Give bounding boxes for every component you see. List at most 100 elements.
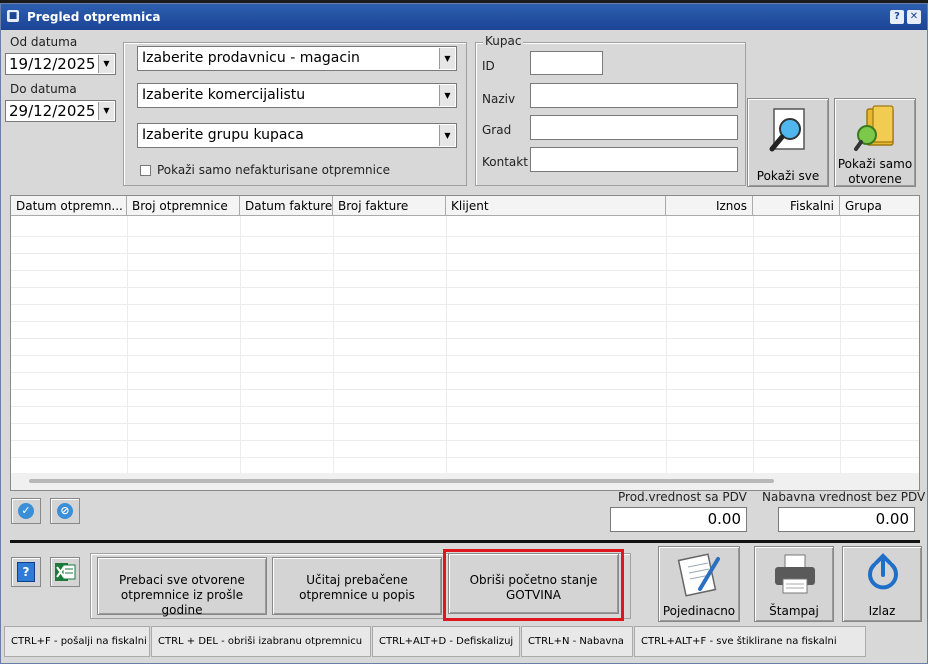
kontakt-input[interactable] (530, 147, 738, 172)
help-icon: ? (17, 562, 35, 582)
printer-icon (775, 554, 815, 594)
main-window: ■ Pregled otpremnica ? ✕ Od datuma 19/12… (0, 3, 928, 664)
nefakturisane-checkbox[interactable] (140, 165, 151, 176)
otpremnice-grid[interactable]: Datum otpremn... Broj otpremnice Datum f… (10, 195, 920, 491)
grid-col-line (127, 216, 128, 474)
grid-row-line (11, 406, 919, 407)
grid-row-line (11, 423, 919, 424)
naziv-label: Naziv (482, 92, 516, 106)
notepad-pen-icon (677, 553, 720, 597)
ucitaj-label: Učitaj prebačene otpremnice u popis (299, 573, 415, 602)
prodavnica-value: Izaberite prodavnicu - magacin (142, 50, 360, 66)
naziv-input[interactable] (530, 83, 738, 108)
window-title: Pregled otpremnica (27, 10, 161, 24)
grid-row-line (11, 338, 919, 339)
grad-input[interactable] (530, 115, 738, 140)
grid-row-line (11, 457, 919, 458)
grid-col-line (446, 216, 447, 474)
grid-col-line (240, 216, 241, 474)
id-label: ID (482, 59, 495, 73)
excel-export-button[interactable] (50, 557, 80, 587)
izlaz-button[interactable]: Izlaz (842, 546, 922, 622)
pojedinacno-button[interactable]: Pojedinacno (658, 546, 740, 622)
prodavnica-select[interactable]: Izaberite prodavnicu - magacin ▼ (137, 46, 457, 71)
prebaci-label: Prebaci sve otvorene otpremnice iz prošl… (119, 573, 245, 617)
close-icon[interactable]: ✕ (907, 10, 921, 24)
grid-row-line (11, 321, 919, 322)
od-datuma-value: 19/12/2025 (9, 55, 96, 73)
grid-row-line (11, 304, 919, 305)
chevron-down-icon[interactable]: ▼ (439, 48, 455, 69)
col-header-broj-otpremnice[interactable]: Broj otpremnice (127, 196, 240, 216)
status-hint-nabavna: CTRL+N - Nabavna (521, 626, 633, 657)
grid-col-line (840, 216, 841, 474)
od-datuma-label: Od datuma (10, 35, 78, 49)
chevron-down-icon[interactable]: ▼ (98, 55, 114, 73)
nefakturisane-label: Pokaži samo nefakturisane otpremnice (157, 163, 390, 177)
komercijalista-select[interactable]: Izaberite komercijalistu ▼ (137, 83, 457, 108)
grid-row-line (11, 372, 919, 373)
pokazi-sve-button[interactable]: Pokaži sve (747, 98, 829, 187)
folder-search-icon (854, 105, 894, 151)
search-document-icon (769, 108, 805, 152)
grid-row-line (11, 389, 919, 390)
col-header-broj-fakture[interactable]: Broj fakture (333, 196, 446, 216)
pokazi-otvorene-button[interactable]: Pokaži samo otvorene (834, 98, 916, 187)
grid-row-line (11, 355, 919, 356)
grid-col-line (666, 216, 667, 474)
select-all-button[interactable]: ✓ (11, 498, 41, 524)
col-header-klijent[interactable]: Klijent (446, 196, 666, 216)
grad-label: Grad (482, 123, 512, 137)
col-header-grupa[interactable]: Grupa (840, 196, 919, 216)
scrollbar-thumb[interactable] (29, 479, 774, 483)
title-bar[interactable]: ■ Pregled otpremnica ? ✕ (1, 4, 927, 30)
ucitaj-popis-button[interactable]: Učitaj prebačene otpremnice u popis (272, 557, 442, 615)
grid-row-line (11, 236, 919, 237)
pojedinacno-label: Pojedinacno (662, 604, 736, 618)
izlaz-label: Izlaz (868, 604, 896, 618)
section-divider (10, 540, 920, 543)
help-button[interactable]: ? (11, 557, 41, 587)
status-hint-fiskalni: CTRL+F - pošalji na fiskalni (4, 626, 150, 657)
col-header-iznos[interactable]: Iznos (666, 196, 753, 216)
pokazi-otvorene-label: Pokaži samo otvorene (837, 157, 913, 186)
do-datuma-picker[interactable]: 29/12/2025 ▼ (5, 100, 116, 122)
help-icon[interactable]: ? (890, 10, 904, 24)
do-datuma-value: 29/12/2025 (9, 102, 96, 120)
stampaj-label: Štampaj (769, 604, 819, 618)
chevron-down-icon[interactable]: ▼ (439, 125, 455, 146)
prod-vrednost-label: Prod.vrednost sa PDV (618, 490, 747, 504)
status-hint-defiskalizuj: CTRL+ALT+D - Defiskalizuj (372, 626, 520, 657)
id-input[interactable] (530, 51, 603, 75)
chevron-down-icon[interactable]: ▼ (98, 102, 114, 120)
col-header-datum-fakture[interactable]: Datum fakture (240, 196, 333, 216)
od-datuma-picker[interactable]: 19/12/2025 ▼ (5, 53, 116, 75)
grid-row-line (11, 270, 919, 271)
stampaj-button[interactable]: Štampaj (754, 546, 834, 622)
komercijalista-value: Izaberite komercijalistu (142, 87, 306, 103)
grupa-kupaca-value: Izaberite grupu kupaca (142, 127, 304, 143)
col-header-datum-otpremnice[interactable]: Datum otpremn... (11, 196, 127, 216)
grid-col-line (333, 216, 334, 474)
status-hint-sve-fiskalni: CTRL+ALT+F - sve štiklirane na fiskalni (634, 626, 866, 657)
col-header-fiskalni[interactable]: Fiskalni (753, 196, 840, 216)
status-hint-obrisi: CTRL + DEL - obriši izabranu otpremnicu (151, 626, 371, 657)
checkmark-icon: ✓ (18, 503, 34, 519)
app-icon: ■ (7, 10, 19, 22)
do-datuma-label: Do datuma (10, 82, 77, 96)
nabavna-vrednost-label: Nabavna vrednost bez PDV (762, 490, 926, 504)
grid-row-line (11, 253, 919, 254)
grupa-kupaca-select[interactable]: Izaberite grupu kupaca ▼ (137, 123, 457, 148)
chevron-down-icon[interactable]: ▼ (439, 85, 455, 106)
prebaci-otpremnice-button[interactable]: Prebaci sve otvorene otpremnice iz prošl… (97, 557, 267, 617)
deselect-all-button[interactable]: ⊘ (50, 498, 80, 524)
kontakt-label: Kontakt (482, 155, 528, 169)
grid-row-line (11, 287, 919, 288)
nabavna-vrednost-value: 0.00 (778, 507, 915, 532)
power-icon (868, 553, 898, 590)
prod-vrednost-value: 0.00 (610, 507, 747, 532)
horizontal-scrollbar[interactable] (11, 473, 919, 490)
pokazi-sve-label: Pokaži sve (756, 169, 820, 183)
no-entry-icon: ⊘ (57, 503, 73, 519)
excel-icon (55, 563, 76, 581)
